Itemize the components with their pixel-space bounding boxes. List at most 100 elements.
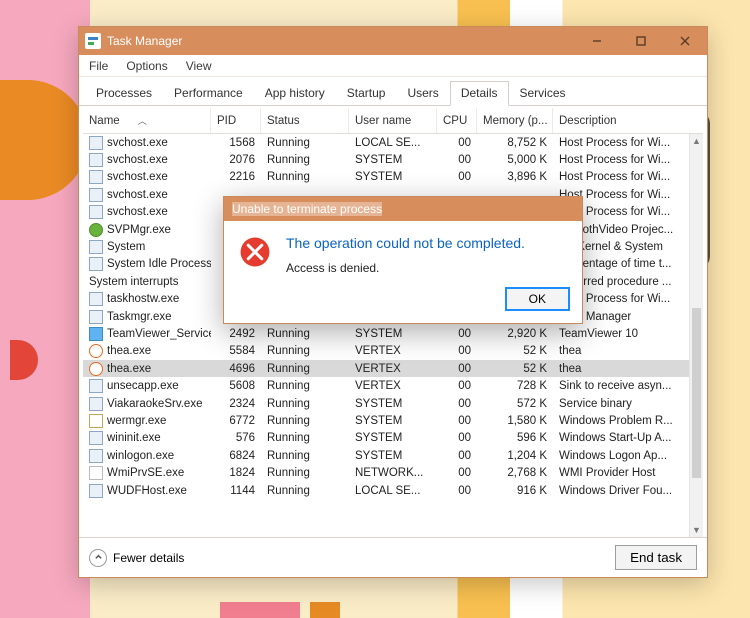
cell-pid: 2324	[211, 398, 261, 410]
table-row[interactable]: svchost.exe2076RunningSYSTEM005,000 KHos…	[83, 151, 703, 168]
process-name: System Idle Process	[107, 258, 211, 270]
minimize-button[interactable]	[575, 27, 619, 55]
col-user[interactable]: User name	[349, 108, 437, 133]
table-row[interactable]: TeamViewer_Service...2492RunningSYSTEM00…	[83, 325, 703, 342]
cell-cpu: 00	[437, 154, 477, 166]
menu-view[interactable]: View	[184, 57, 214, 75]
table-row[interactable]: svchost.exe2216RunningSYSTEM003,896 KHos…	[83, 169, 703, 186]
col-desc[interactable]: Description	[553, 108, 693, 133]
process-icon	[89, 362, 103, 376]
process-name: Taskmgr.exe	[107, 311, 172, 323]
cell-status: Running	[261, 380, 349, 392]
cell-mem: 52 K	[477, 363, 553, 375]
cell-mem: 2,768 K	[477, 467, 553, 479]
tab-performance[interactable]: Performance	[163, 81, 254, 106]
process-name: svchost.exe	[107, 189, 168, 201]
menu-options[interactable]: Options	[124, 57, 169, 75]
scroll-thumb[interactable]	[692, 308, 701, 478]
process-name: System interrupts	[89, 276, 178, 288]
cell-pid: 1568	[211, 137, 261, 149]
process-icon	[89, 292, 103, 306]
footer-bar: Fewer details End task	[79, 537, 707, 577]
tab-app-history[interactable]: App history	[254, 81, 336, 106]
process-icon	[89, 449, 103, 463]
table-row[interactable]: unsecapp.exe5608RunningVERTEX00728 KSink…	[83, 377, 703, 394]
cell-cpu: 00	[437, 380, 477, 392]
cell-cpu: 00	[437, 467, 477, 479]
cell-user: SYSTEM	[349, 432, 437, 444]
process-list[interactable]: svchost.exe1568RunningLOCAL SE...008,752…	[83, 134, 703, 537]
cell-desc: WMI Provider Host	[553, 467, 693, 479]
process-name: unsecapp.exe	[107, 380, 179, 392]
table-row[interactable]: thea.exe4696RunningVERTEX0052 Kthea	[83, 360, 703, 377]
col-name[interactable]: Name︿	[83, 108, 211, 133]
process-icon	[89, 240, 103, 254]
dialog-titlebar[interactable]: Unable to terminate process	[224, 197, 582, 221]
tab-processes[interactable]: Processes	[85, 81, 163, 106]
table-row[interactable]: svchost.exe1568RunningLOCAL SE...008,752…	[83, 134, 703, 151]
dialog-title: Unable to terminate process	[232, 202, 382, 216]
cell-mem: 596 K	[477, 432, 553, 444]
column-headers: Name︿ PID Status User name CPU Memory (p…	[83, 108, 703, 134]
cell-cpu: 00	[437, 137, 477, 149]
col-cpu[interactable]: CPU	[437, 108, 477, 133]
table-row[interactable]: ViakaraokeSrv.exe2324RunningSYSTEM00572 …	[83, 395, 703, 412]
col-status[interactable]: Status	[261, 108, 349, 133]
process-icon	[89, 414, 103, 428]
cell-mem: 8,752 K	[477, 137, 553, 149]
scroll-up-button[interactable]: ▲	[690, 134, 703, 148]
col-pid[interactable]: PID	[211, 108, 261, 133]
cell-mem: 2,920 K	[477, 328, 553, 340]
cell-desc: Sink to receive asyn...	[553, 380, 693, 392]
cell-status: Running	[261, 398, 349, 410]
process-icon	[89, 223, 103, 237]
table-row[interactable]: thea.exe5584RunningVERTEX0052 Kthea	[83, 343, 703, 360]
cell-status: Running	[261, 137, 349, 149]
cell-desc: Service binary	[553, 398, 693, 410]
process-name: WUDFHost.exe	[107, 485, 187, 497]
cell-pid: 1824	[211, 467, 261, 479]
cell-mem: 3,896 K	[477, 171, 553, 183]
table-row[interactable]: wermgr.exe6772RunningSYSTEM001,580 KWind…	[83, 412, 703, 429]
tab-startup[interactable]: Startup	[336, 81, 397, 106]
cell-user: NETWORK...	[349, 467, 437, 479]
cell-pid: 4696	[211, 363, 261, 375]
table-row[interactable]: wininit.exe576RunningSYSTEM00596 KWindow…	[83, 430, 703, 447]
cell-user: SYSTEM	[349, 415, 437, 427]
cell-cpu: 00	[437, 345, 477, 357]
tab-services[interactable]: Services	[509, 81, 577, 106]
cell-status: Running	[261, 485, 349, 497]
fewer-details-button[interactable]: Fewer details	[89, 549, 184, 567]
cell-desc: thea	[553, 345, 693, 357]
process-name: svchost.exe	[107, 137, 168, 149]
ok-button[interactable]: OK	[505, 287, 570, 311]
maximize-button[interactable]	[619, 27, 663, 55]
table-row[interactable]: winlogon.exe6824RunningSYSTEM001,204 KWi…	[83, 447, 703, 464]
close-button[interactable]	[663, 27, 707, 55]
end-task-button[interactable]: End task	[615, 545, 697, 570]
process-name: svchost.exe	[107, 206, 168, 218]
cell-desc: Windows Problem R...	[553, 415, 693, 427]
cell-desc: thea	[553, 363, 693, 375]
cell-user: VERTEX	[349, 380, 437, 392]
menu-file[interactable]: File	[87, 57, 110, 75]
table-row[interactable]: WUDFHost.exe1144RunningLOCAL SE...00916 …	[83, 482, 703, 499]
cell-cpu: 00	[437, 398, 477, 410]
cell-pid: 5584	[211, 345, 261, 357]
scrollbar[interactable]: ▲ ▼	[689, 134, 703, 537]
cell-desc: TeamViewer 10	[553, 328, 693, 340]
scroll-down-button[interactable]: ▼	[690, 523, 703, 537]
col-memory[interactable]: Memory (p...	[477, 108, 553, 133]
cell-mem: 916 K	[477, 485, 553, 497]
window-title: Task Manager	[107, 34, 182, 48]
process-name: thea.exe	[107, 363, 151, 375]
cell-cpu: 00	[437, 450, 477, 462]
tab-users[interactable]: Users	[396, 81, 449, 106]
cell-mem: 572 K	[477, 398, 553, 410]
sort-ascending-icon: ︿	[138, 114, 147, 127]
process-icon	[89, 397, 103, 411]
table-row[interactable]: WmiPrvSE.exe1824RunningNETWORK...002,768…	[83, 464, 703, 481]
process-name: svchost.exe	[107, 154, 168, 166]
tab-details[interactable]: Details	[450, 81, 509, 106]
titlebar[interactable]: Task Manager	[79, 27, 707, 55]
